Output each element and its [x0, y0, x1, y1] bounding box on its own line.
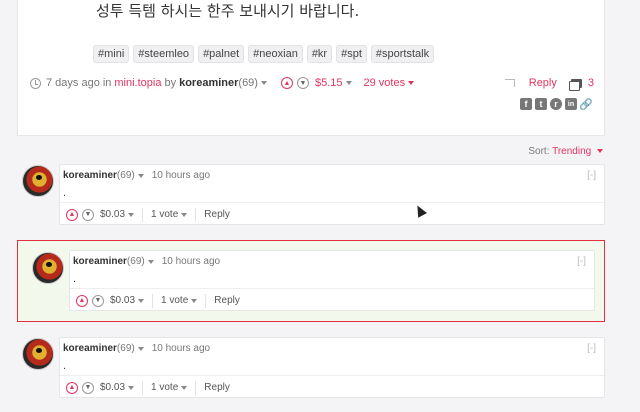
avatar[interactable]: [22, 338, 54, 370]
comment-reputation: (69): [116, 343, 135, 354]
tag-list: #mini #steemleo #palnet #neoxian #kr #sp…: [93, 45, 435, 63]
comment-header: koreaminer (69) 10 hours ago: [63, 343, 210, 354]
upvote-icon[interactable]: ▲: [66, 208, 78, 221]
post-author[interactable]: koreaminer: [179, 77, 238, 89]
upvote-icon[interactable]: ▲: [66, 381, 78, 394]
divider: [142, 380, 144, 395]
comment-votes[interactable]: 1 vote: [161, 295, 188, 306]
comment-reply-link[interactable]: Reply: [214, 295, 240, 306]
comment-actions: ▲ ▼ $0.03 1 vote Reply: [60, 375, 604, 399]
comment-count[interactable]: 3: [588, 77, 594, 89]
downvote-icon[interactable]: ▼: [82, 208, 94, 221]
post-footer: 7 days ago in mini.topia by koreaminer (…: [30, 76, 594, 91]
author-reputation: (69): [238, 77, 258, 89]
in-label: in: [102, 77, 112, 89]
clock-icon: [30, 77, 41, 89]
comment-reputation: (69): [126, 256, 145, 267]
avatar[interactable]: [22, 165, 54, 197]
post-votes[interactable]: 29 votes: [364, 77, 406, 89]
share-row: f t r in 🔗: [520, 98, 593, 111]
comment-card: koreaminer (69) 10 hours ago [-] . ▲ ▼ $…: [59, 337, 605, 398]
comment-author[interactable]: koreaminer: [73, 256, 127, 267]
comment-reply-link[interactable]: Reply: [204, 209, 230, 220]
tag[interactable]: #neoxian: [248, 45, 303, 63]
community-link[interactable]: mini.topia: [114, 77, 161, 89]
twitter-share-icon[interactable]: t: [535, 98, 547, 110]
collapse-button[interactable]: [-]: [577, 256, 586, 267]
author-dropdown-icon[interactable]: [260, 81, 267, 85]
comments-icon[interactable]: [568, 78, 582, 91]
comment-author[interactable]: koreaminer: [63, 170, 117, 181]
author-dropdown-icon[interactable]: [137, 173, 144, 178]
comment-body: .: [73, 273, 77, 285]
divider: [205, 293, 207, 308]
linkedin-share-icon[interactable]: in: [565, 98, 577, 110]
link-share-icon[interactable]: 🔗: [579, 98, 593, 111]
comment-card: koreaminer (69) 10 hours ago [-] . ▲ ▼ $…: [59, 164, 605, 225]
comment-header: koreaminer (69) 10 hours ago: [73, 256, 220, 267]
comment-author[interactable]: koreaminer: [63, 343, 117, 354]
comment-votes[interactable]: 1 vote: [151, 382, 178, 393]
sort-control[interactable]: Sort: Trending: [528, 146, 603, 157]
payout-dropdown-icon[interactable]: [128, 212, 135, 217]
comment-actions: ▲ ▼ $0.03 1 vote Reply: [70, 288, 594, 312]
downvote-icon[interactable]: ▼: [296, 77, 309, 89]
votes-dropdown-icon[interactable]: [408, 81, 415, 85]
comment-reputation: (69): [116, 170, 135, 181]
reblog-icon[interactable]: [504, 79, 515, 87]
comment-header: koreaminer (69) 10 hours ago: [63, 170, 210, 181]
by-label: by: [164, 77, 177, 89]
tag[interactable]: #mini: [93, 45, 130, 63]
post-reply-link[interactable]: Reply: [529, 77, 557, 89]
downvote-icon[interactable]: ▼: [92, 294, 104, 307]
divider: [152, 293, 154, 308]
votes-dropdown-icon[interactable]: [181, 212, 188, 217]
facebook-share-icon[interactable]: f: [520, 98, 532, 110]
upvote-icon[interactable]: ▲: [76, 294, 88, 307]
tag[interactable]: #spt: [336, 45, 367, 63]
comment-time[interactable]: 10 hours ago: [162, 256, 220, 267]
post-card: 성투 득템 하시는 한주 보내시기 바랍니다. #mini #steemleo …: [17, 0, 605, 136]
sort-value[interactable]: Trending: [552, 146, 591, 157]
comment-body: .: [63, 187, 67, 199]
comment-payout[interactable]: $0.03: [100, 209, 125, 220]
author-dropdown-icon[interactable]: [147, 259, 154, 264]
reddit-share-icon[interactable]: r: [550, 98, 562, 110]
post-time[interactable]: 7 days ago: [46, 77, 100, 89]
comment-body: .: [63, 360, 67, 372]
divider: [195, 380, 197, 395]
sort-dropdown-icon[interactable]: [597, 149, 603, 154]
tag[interactable]: #palnet: [198, 45, 245, 63]
comment-actions: ▲ ▼ $0.03 1 vote Reply: [60, 202, 604, 226]
divider: [142, 207, 144, 222]
upvote-icon[interactable]: ▲: [280, 77, 293, 89]
tag[interactable]: #kr: [306, 45, 333, 63]
divider: [195, 207, 197, 222]
comment-time[interactable]: 10 hours ago: [152, 343, 210, 354]
votes-dropdown-icon[interactable]: [181, 385, 188, 390]
comment-payout[interactable]: $0.03: [110, 295, 135, 306]
tag[interactable]: #sportstalk: [370, 45, 435, 63]
payout-dropdown-icon[interactable]: [345, 81, 352, 85]
sort-label: Sort:: [528, 146, 550, 157]
post-body-text: 성투 득템 하시는 한주 보내시기 바랍니다.: [96, 2, 360, 20]
comment-reply-link[interactable]: Reply: [204, 382, 230, 393]
comment-payout[interactable]: $0.03: [100, 382, 125, 393]
post-payout[interactable]: $5.15: [315, 77, 343, 89]
collapse-button[interactable]: [-]: [587, 343, 596, 354]
comment-card: koreaminer (69) 10 hours ago [-] . ▲ ▼ $…: [69, 250, 595, 311]
payout-dropdown-icon[interactable]: [138, 298, 145, 303]
votes-dropdown-icon[interactable]: [191, 298, 198, 303]
tag[interactable]: #steemleo: [133, 45, 195, 63]
comment-votes[interactable]: 1 vote: [151, 209, 178, 220]
comment-time[interactable]: 10 hours ago: [152, 170, 210, 181]
author-dropdown-icon[interactable]: [137, 346, 144, 351]
downvote-icon[interactable]: ▼: [82, 381, 94, 394]
avatar[interactable]: [32, 252, 64, 284]
collapse-button[interactable]: [-]: [587, 170, 596, 181]
payout-dropdown-icon[interactable]: [128, 385, 135, 390]
